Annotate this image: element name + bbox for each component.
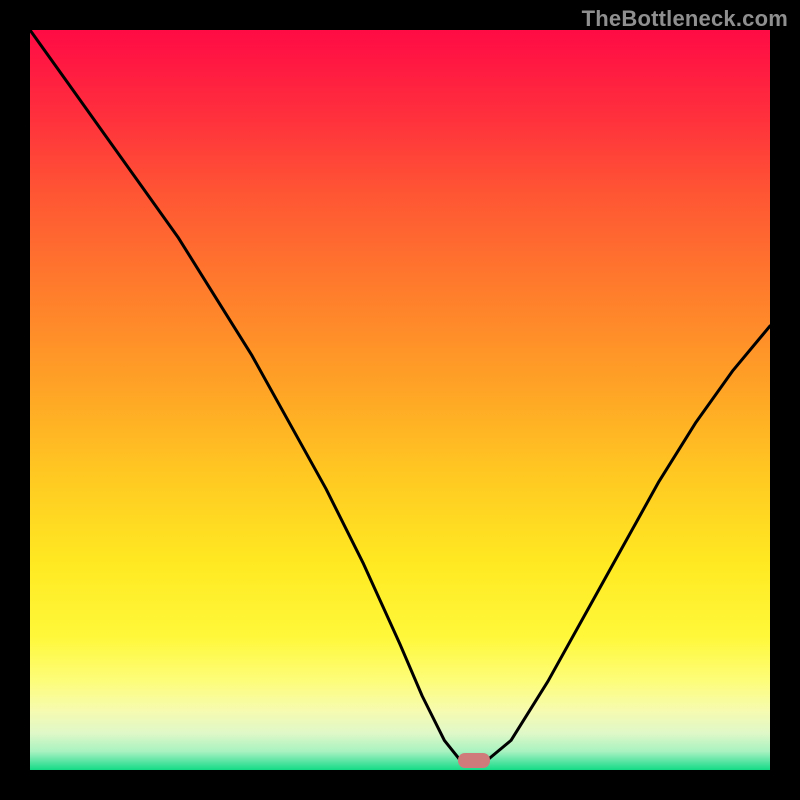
bottleneck-curve (30, 30, 770, 770)
chart-frame: TheBottleneck.com (0, 0, 800, 800)
plot-area (30, 30, 770, 770)
watermark-text: TheBottleneck.com (582, 6, 788, 32)
optimal-point-marker (458, 753, 489, 768)
